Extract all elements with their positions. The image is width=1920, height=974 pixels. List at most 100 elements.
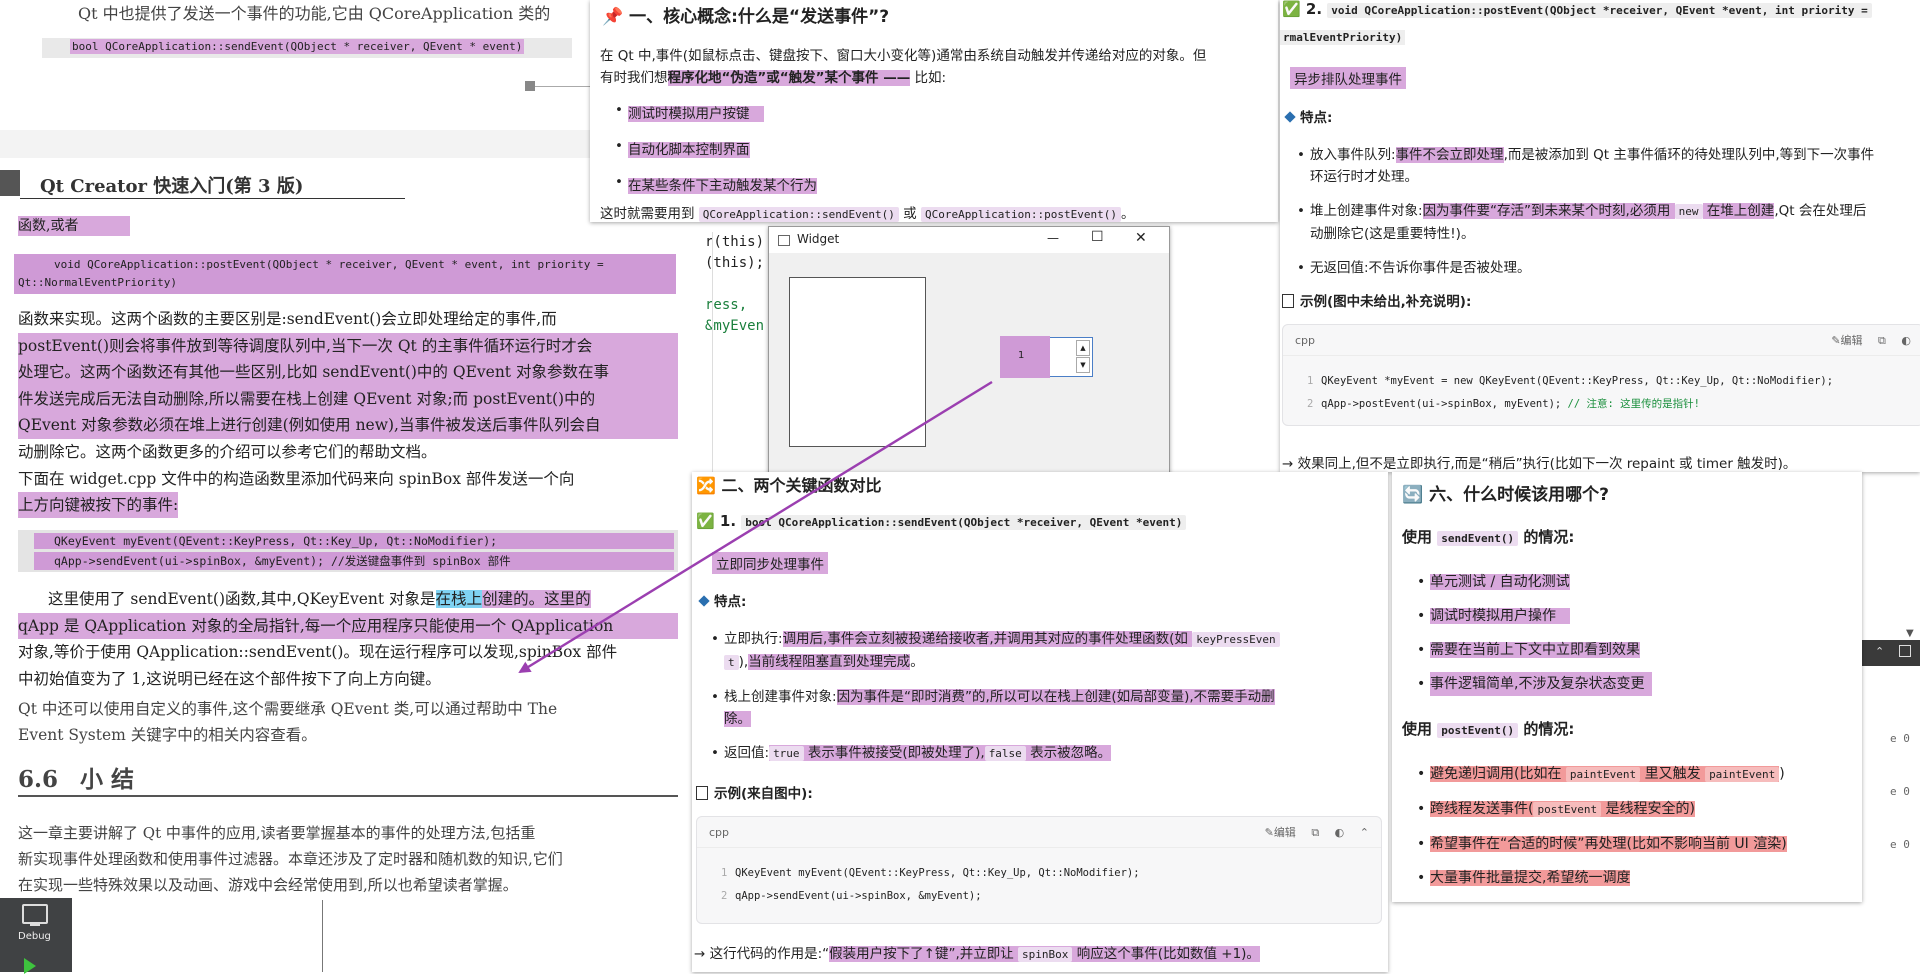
compare-heading: ✅ 1. bool QCoreApplication::sendEvent(QO… <box>696 512 1187 530</box>
compare-code-text2: qApp->sendEvent(ui->spinBox, &myEvent); <box>735 890 982 902</box>
post-code-comment: // 注意: 这里传的是指针! <box>1567 398 1700 410</box>
post-i1-b: 里又触发 <box>1640 766 1706 782</box>
book-para1-l1: 函数来实现。这两个函数的主要区别是:sendEvent()会立即处理给定的事件,… <box>18 310 557 328</box>
keypress-code: keyPressEven <box>1192 632 1280 647</box>
post-feature: 无返回值:不告诉你事件是否被处理。 <box>1297 257 1920 279</box>
spinbox-value[interactable]: 1 <box>1018 350 1024 361</box>
window-icon <box>778 235 790 246</box>
book-para3-c: 创建的。这里的 <box>482 590 591 608</box>
compare-code-line1: 1 QKeyEvent myEvent(QEvent::KeyPress, Qt:… <box>721 867 1140 879</box>
slider-handle <box>525 81 535 91</box>
post-i2-a: 跨线程发送事件( <box>1430 801 1534 817</box>
scroll-down-icon[interactable]: ▼ <box>1906 628 1914 639</box>
book-para3-l3: 对象,等价于使用 QApplication::sendEvent()。现在运行程… <box>18 643 618 661</box>
minimize-button[interactable]: — <box>1047 231 1059 245</box>
post-b2-c: 在堆上创建 <box>1702 203 1775 219</box>
cmp-b1-b: 调用后,事件会立刻被投递给接收者,并调用其对应的事件处理函数(如 <box>782 631 1193 647</box>
false-code: false <box>984 746 1026 761</box>
check-icon: ✅ <box>1282 0 1301 18</box>
book-para1: 函数来实现。这两个函数的主要区别是:sendEvent()会立即处理给定的事件,… <box>18 306 678 465</box>
post-code-box: cpp ✎编辑 ⧉ ◐ 1 QKeyEvent *myEvent = new QK… <box>1282 324 1920 426</box>
concept-intro-2a: 有时我们想 <box>600 70 668 86</box>
compare-example-title: 示例(来自图中): <box>696 782 813 802</box>
book-or-label: 函数,或者 <box>18 218 79 234</box>
book-para1-l6: 动删除它。这两个函数更多的介绍可以参考它们的帮助文档。 <box>18 442 437 461</box>
concept-bullet: 测试时模拟用户按键 <box>615 102 817 122</box>
right-peek-l1: e 0 <box>1890 732 1910 745</box>
monitor-stand <box>30 924 40 926</box>
maximize-button[interactable]: ☐ <box>1091 229 1104 245</box>
post-code-text1: QKeyEvent *myEvent = new QKeyEvent(QEven… <box>1321 375 1834 387</box>
repeat-icon: 🔄 <box>1402 485 1424 505</box>
post-case-item: 避免递归调用(比如在 paintEvent 里又触发 paintEvent) <box>1417 764 1862 785</box>
panel-post: ✅ 2. void QCoreApplication::postEvent(QO… <box>1280 0 1920 472</box>
post-i2-b: 是线程安全的) <box>1601 801 1695 817</box>
post-case-heading: 使用 postEvent() 的情况: <box>1402 718 1574 739</box>
spinbox[interactable]: 1 ▲ ▼ <box>1000 336 1093 378</box>
concept-intro-2: 有时我们想程序化地“伪造”或“触发”某个事件 —— 比如: <box>600 66 946 86</box>
post-b2-b: 因为事件要“存活”到未来某个时刻,必须用 <box>1422 203 1675 219</box>
compare-code-header: cpp ✎编辑 ⧉ ◐ ⌃ <box>697 817 1381 848</box>
theme-icon[interactable]: ◐ <box>1335 826 1345 839</box>
section-number: 6.6 <box>18 766 59 793</box>
compare-heading-num: 1. <box>719 512 737 530</box>
section-title: 小 结 <box>80 766 135 793</box>
send-use-label: 使用 <box>1402 528 1438 546</box>
spinbox-highlight <box>1000 336 1050 378</box>
cmp-b3-c: 表示被忽略。 <box>1025 745 1112 761</box>
post-feat-label: 特点: <box>1300 110 1333 126</box>
book-para2-l2: 上方向键被按下的事件: <box>18 492 179 518</box>
collapse-icon[interactable]: ⌃ <box>1360 826 1369 839</box>
send-case-text: 事件逻辑简单,不涉及复杂状态变更 <box>1430 672 1653 696</box>
concept-title-text: 一、核心概念:什么是“发送事件”? <box>629 7 890 27</box>
book-header-title: Qt Creator 快速入门(第 3 版) <box>40 176 304 197</box>
copy-icon[interactable]: ⧉ <box>1878 334 1886 347</box>
post-b2-a: 堆上创建事件对象: <box>1310 203 1423 219</box>
post-code-tools: ✎编辑 ⧉ ◐ <box>1831 332 1911 348</box>
post-code-lines: 1 QKeyEvent *myEvent = new QKeyEvent(QEve… <box>1283 356 1920 416</box>
editor-peek-l4: ress, <box>705 297 748 313</box>
compare-title-text: 二、两个关键函数对比 <box>721 476 882 495</box>
check-icon: ✅ <box>696 512 715 530</box>
compare-feature: 返回值:true 表示事件被接受(即被处理了),false 表示被忽略。 <box>711 742 1374 765</box>
compare-edit-button[interactable]: ✎编辑 <box>1265 826 1296 839</box>
cmp-b1-f: 。 <box>910 654 924 670</box>
post-edit-label: 编辑 <box>1840 334 1863 347</box>
debug-mode-button[interactable]: Debug <box>0 898 72 974</box>
book-para5: 这一章主要讲解了 Qt 中事件的应用,读者要掌握基本的事件的处理方法,包括重 新… <box>18 820 678 898</box>
collapse-icon[interactable]: ⌃ <box>1875 645 1884 658</box>
post-b1-a: 放入事件队列: <box>1310 147 1396 163</box>
spinbox-up-button[interactable]: ▲ <box>1076 340 1090 356</box>
copy-icon[interactable]: ⧉ <box>1311 826 1319 839</box>
split-icon[interactable] <box>1899 645 1911 657</box>
book-code-block: QKeyEvent myEvent(QEvent::KeyPress, Qt::… <box>18 530 678 572</box>
close-button[interactable]: ✕ <box>1135 230 1147 246</box>
compare-code-text1: QKeyEvent myEvent(QEvent::KeyPress, Qt::… <box>735 867 1140 879</box>
monitor-icon <box>22 904 48 924</box>
post-edit-button[interactable]: ✎编辑 <box>1831 334 1862 347</box>
cmp-b1-e: 当前线程阻塞直到处理完成 <box>748 654 911 670</box>
widget-titlebar[interactable]: Widget — ☐ ✕ <box>769 227 1169 253</box>
concept-need-end: 。 <box>1121 206 1135 222</box>
book-post-code: void QCoreApplication::postEvent(QObject… <box>14 254 676 294</box>
compare-feature: 立即执行:调用后,事件会立刻被投递给接收者,并调用其对应的事件处理函数(如 ke… <box>711 628 1374 674</box>
paint-event-code: paintEvent <box>1705 767 1780 782</box>
book-para3-l4: 中初始值变为了 1,这说明已经在这个部件按下了向上方向键。 <box>18 669 441 688</box>
concept-title: 📌 一、核心概念:什么是“发送事件”? <box>602 2 889 27</box>
compare-feat-label: 特点: <box>714 594 747 610</box>
memo-icon <box>696 786 708 800</box>
cmp-b2-b: 因为事件是“即时消费”的,所以可以在栈上创建(如局部变量),不需要手动删 <box>836 689 1275 705</box>
concept-need: 这时就需要用到 QCoreApplication::sendEvent() 或 … <box>600 202 1135 222</box>
post-use-label: 使用 <box>1402 720 1438 738</box>
spinbox-down-button[interactable]: ▼ <box>1076 357 1090 373</box>
send-event-code: QCoreApplication::sendEvent() <box>698 207 899 222</box>
right-peek-topbar: ⌃ <box>1855 640 1920 666</box>
section-rule <box>18 795 678 797</box>
post-case-label: 的情况: <box>1518 720 1575 738</box>
theme-icon[interactable]: ◐ <box>1901 334 1911 347</box>
editor-peek-l5: &myEven <box>705 318 765 334</box>
post-b2-e: 动删除它(这是重要特性!)。 <box>1310 226 1475 242</box>
panel-concept: 📌 一、核心概念:什么是“发送事件”? 在 Qt 中,事件(如鼠标点击、键盘按下… <box>590 0 1278 222</box>
send-case-list: 单元测试 / 自动化测试 调试时模拟用户操作 需要在当前上下文中立即看到效果 事… <box>1416 572 1862 706</box>
compare-effect: → 这行代码的作用是:“假装用户按下了↑键”,并立即让 spinBox 响应这个… <box>694 942 1260 962</box>
